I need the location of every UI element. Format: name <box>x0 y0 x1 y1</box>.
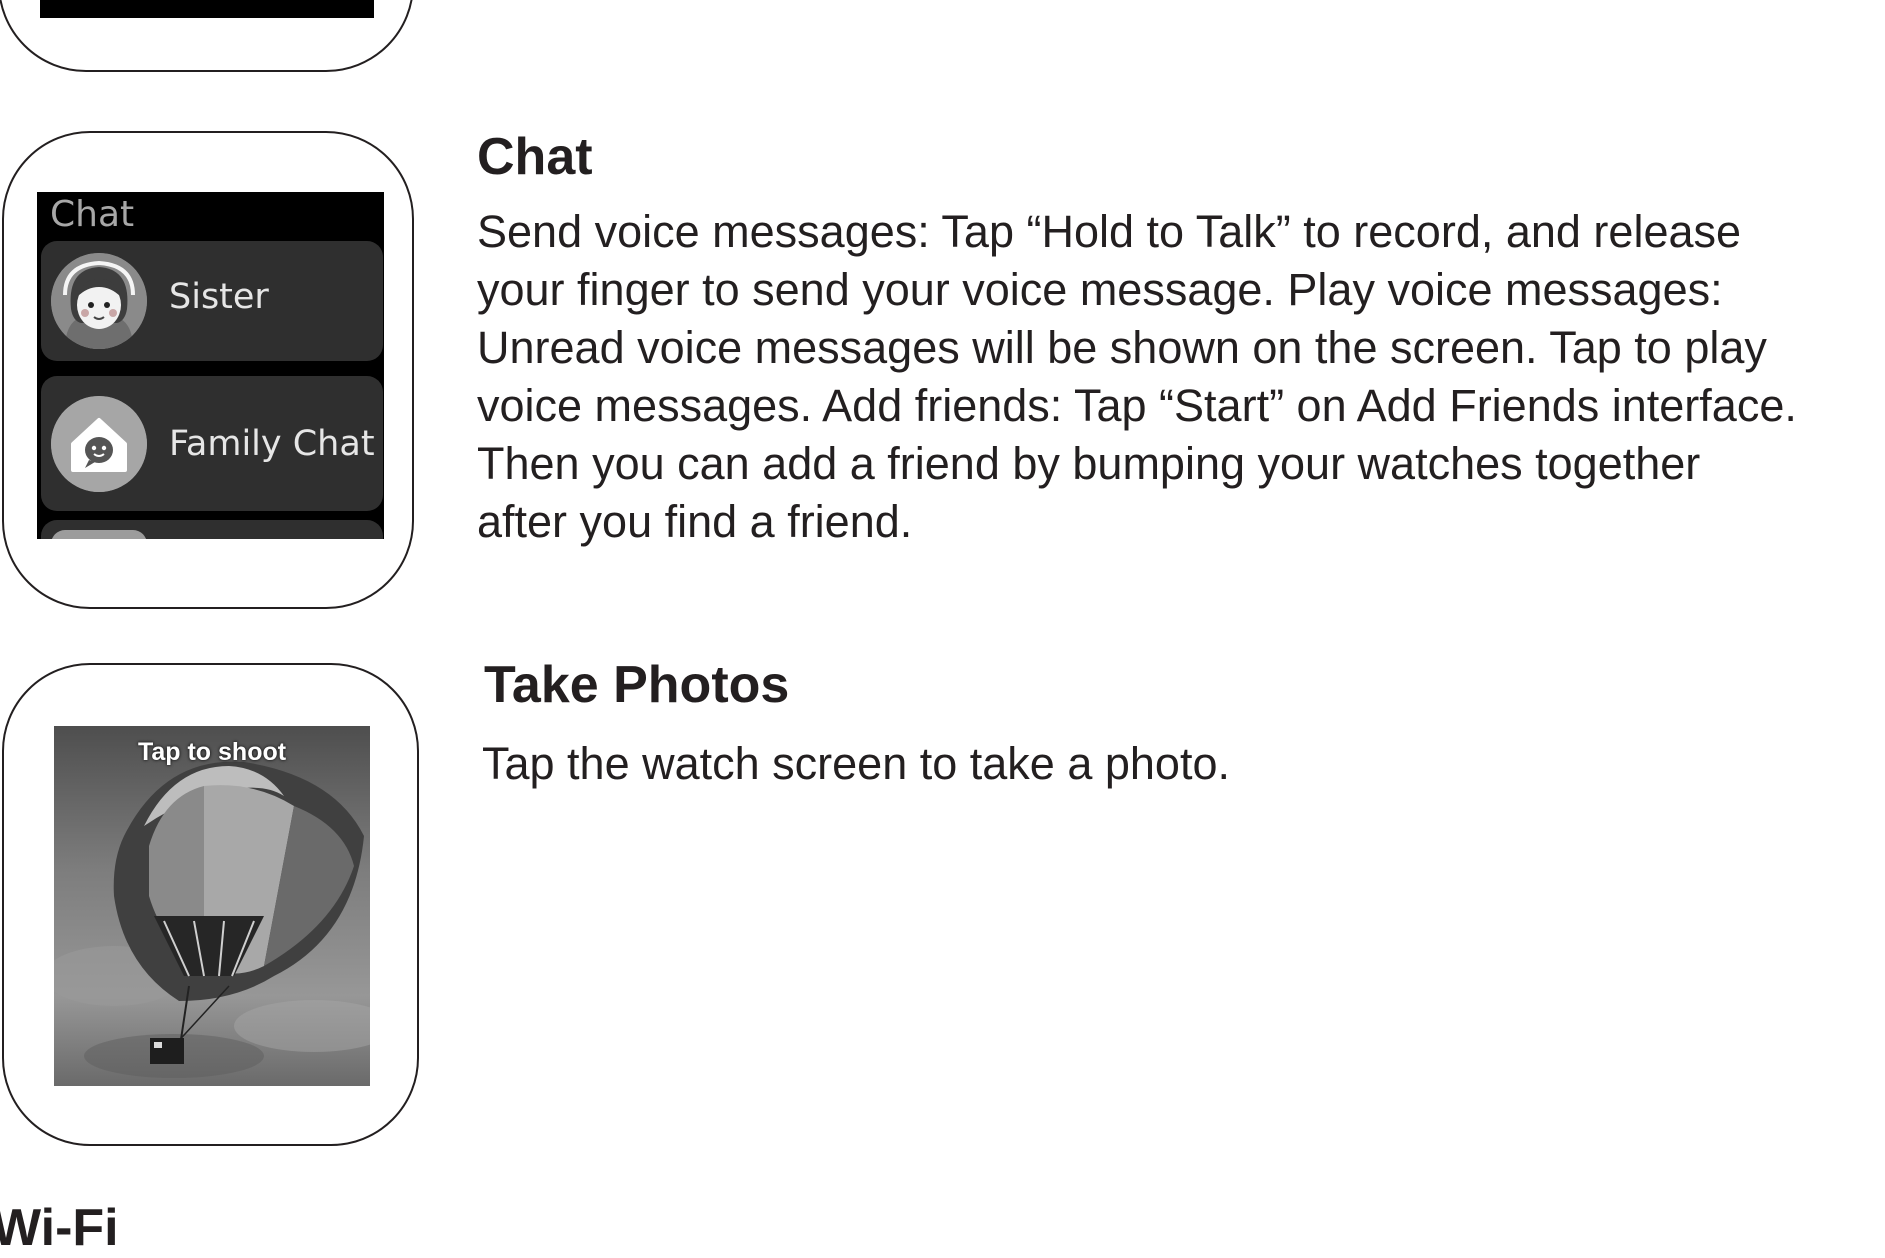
hot-air-balloon-photo <box>54 726 370 1086</box>
chat-body-line: your finger to send your voice message. … <box>477 264 1723 315</box>
take-photos-section-heading: Take Photos <box>484 656 790 714</box>
contact-card-family-chat[interactable]: Family Chat <box>41 376 383 511</box>
chat-body-line: voice messages. Add friends: Tap “Start”… <box>477 380 1797 431</box>
girl-avatar-icon <box>51 253 147 349</box>
watch-illustration-camera: Tap to shoot <box>2 663 419 1146</box>
watch-illustration-chat: Chat Sister Family Chat <box>2 131 414 609</box>
camera-watch-screen[interactable]: Tap to shoot <box>54 726 370 1086</box>
contact-label-family-chat: Family Chat <box>169 424 375 464</box>
contact-avatar-partial <box>51 530 147 539</box>
contact-label-sister: Sister <box>169 277 269 317</box>
contact-card-partial[interactable] <box>41 520 383 539</box>
chat-section-body: Send voice messages: Tap “Hold to Talk” … <box>477 203 1877 551</box>
take-photos-section-body: Tap the watch screen to take a photo. <box>482 738 1230 789</box>
watch-screen-partial <box>40 0 374 18</box>
tap-to-shoot-caption: Tap to shoot <box>137 738 287 766</box>
contact-card-sister[interactable]: Sister <box>41 241 383 361</box>
chat-body-line: Unread voice messages will be shown on t… <box>477 322 1767 373</box>
wifi-section-heading: Wi-Fi <box>0 1199 119 1257</box>
chat-watch-screen: Chat Sister Family Chat <box>37 192 384 539</box>
chat-body-line: Then you can add a friend by bumping you… <box>477 438 1701 489</box>
chat-screen-title: Chat <box>50 194 135 235</box>
chat-section-heading: Chat <box>477 128 593 186</box>
chat-body-line: after you find a friend. <box>477 496 913 547</box>
watch-illustration-top <box>0 0 414 72</box>
family-house-icon <box>51 396 147 492</box>
chat-body-line: Send voice messages: Tap “Hold to Talk” … <box>477 206 1742 257</box>
